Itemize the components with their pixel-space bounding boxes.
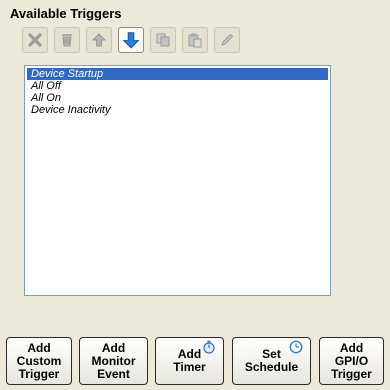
add-monitor-event-button[interactable]: Add Monitor Event <box>79 337 148 385</box>
trash-icon <box>62 34 72 47</box>
add-timer-button[interactable]: Add Timer <box>155 337 224 385</box>
set-schedule-button[interactable]: Set Schedule <box>232 337 311 385</box>
clock-icon <box>289 340 303 354</box>
paste-button[interactable] <box>182 27 208 53</box>
list-item[interactable]: All On <box>27 92 328 104</box>
add-gpio-trigger-label: Add GPI/O Trigger <box>331 340 372 381</box>
delete-button[interactable] <box>22 27 48 53</box>
move-up-button[interactable] <box>86 27 112 53</box>
add-timer-label: Add Timer <box>173 347 206 374</box>
move-down-button[interactable] <box>118 27 144 53</box>
add-custom-trigger-button[interactable]: Add Custom Trigger <box>6 337 72 385</box>
trigger-toolbar <box>22 27 240 55</box>
triggers-list[interactable]: Device Startup All Off All On Device Ina… <box>24 65 331 296</box>
paste-icon <box>188 33 202 48</box>
list-item[interactable]: Device Startup <box>27 68 328 80</box>
copy-button[interactable] <box>150 27 176 53</box>
available-triggers-panel: Available Triggers Device Startup All Of… <box>0 0 390 390</box>
add-gpio-trigger-button[interactable]: Add GPI/O Trigger <box>319 337 384 385</box>
list-item[interactable]: Device Inactivity <box>27 104 328 116</box>
copy-icon <box>156 33 170 47</box>
delete-icon <box>28 33 42 47</box>
add-custom-trigger-label: Add Custom Trigger <box>16 340 62 381</box>
stopwatch-icon <box>203 340 215 354</box>
trash-button[interactable] <box>54 27 80 53</box>
add-monitor-event-label: Add Monitor Event <box>91 340 136 381</box>
edit-pencil-icon <box>221 33 234 46</box>
action-buttons: Add Custom Trigger Add Monitor Event Add… <box>6 337 386 385</box>
panel-title: Available Triggers <box>10 6 122 21</box>
arrow-down-icon <box>122 32 140 49</box>
list-item[interactable]: All Off <box>27 80 328 92</box>
edit-button[interactable] <box>214 27 240 53</box>
arrow-up-icon <box>92 33 106 47</box>
